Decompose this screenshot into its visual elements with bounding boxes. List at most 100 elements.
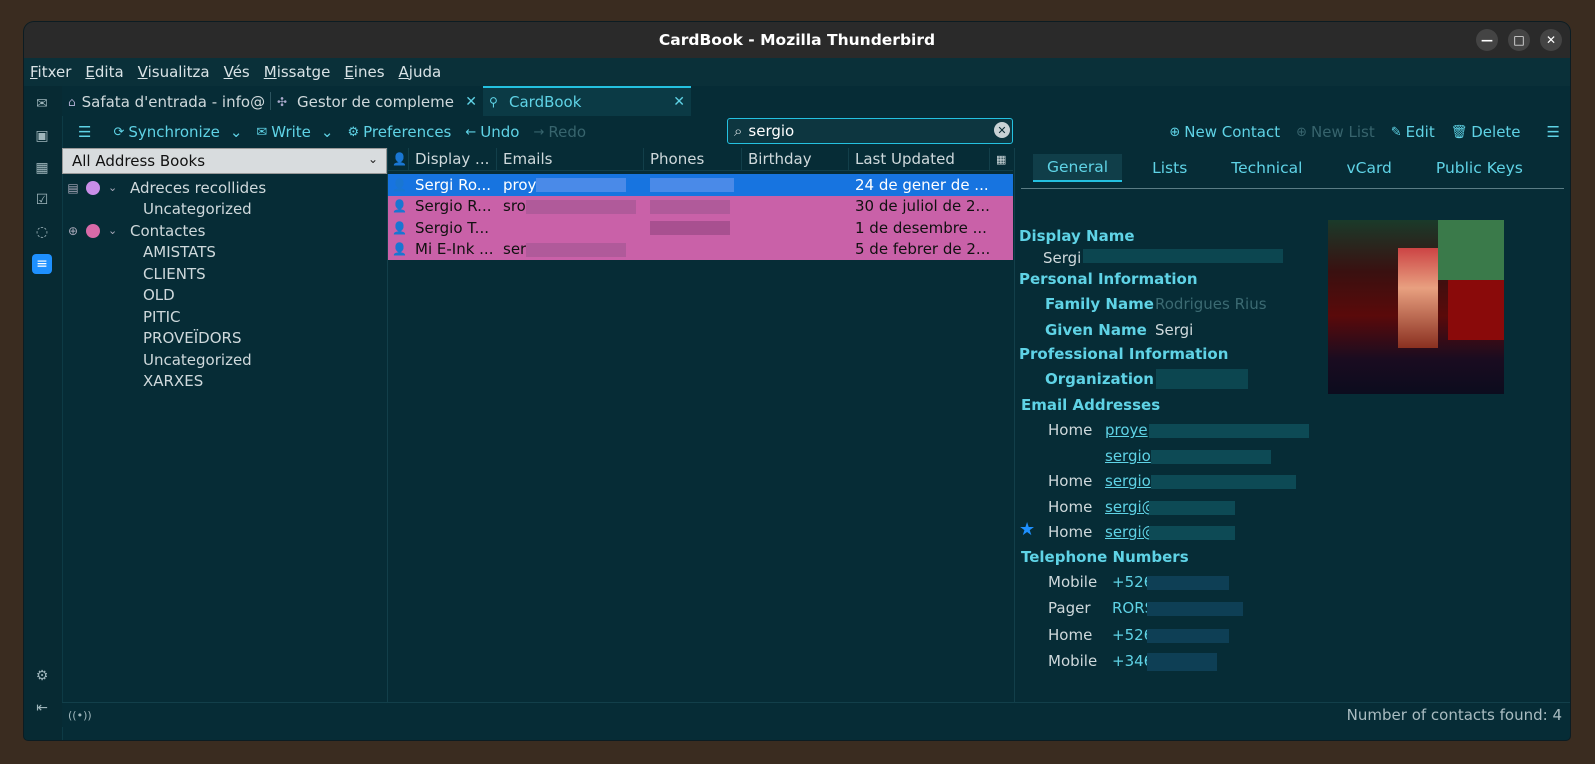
display-name-value[interactable]: Sergi [1043, 249, 1081, 267]
chevron-down-icon[interactable]: ⌄ [321, 123, 334, 141]
table-row[interactable]: 👤 Mi E-Ink ... ser 5 de febrer de 2... [388, 238, 1013, 260]
table-row[interactable]: 👤 Sergio R... sro 30 de juliol de 2... [388, 195, 1013, 217]
email-link[interactable]: proye [1105, 421, 1148, 439]
tab-general[interactable]: General [1033, 154, 1123, 182]
menu-edita[interactable]: Edita [85, 63, 123, 81]
preferences-button[interactable]: ⚙ Preferences [347, 123, 451, 141]
minimize-button[interactable]: — [1476, 29, 1498, 51]
group-item[interactable]: AMISTATS [66, 242, 387, 264]
person-icon: 👤 [392, 220, 407, 235]
display-name-heading: Display Name [1019, 227, 1135, 245]
maximize-button[interactable]: □ [1508, 29, 1530, 51]
email-link[interactable]: sergio [1105, 472, 1151, 490]
table-row[interactable]: 👤 Sergio T... 1 de desembre ... [388, 217, 1013, 239]
settings-icon[interactable]: ⚙ [32, 666, 52, 686]
menu-icon[interactable]: ☰ [1547, 123, 1560, 141]
family-name-value[interactable]: Rodrigues Rius [1155, 295, 1267, 313]
redo-label: Redo [548, 123, 587, 141]
redacted-block [536, 178, 627, 193]
collapse-icon[interactable]: ⇤ [32, 698, 52, 718]
tab-public-keys[interactable]: Public Keys [1422, 155, 1537, 181]
column-birthday[interactable]: Birthday [742, 148, 849, 170]
menu-fitxer[interactable]: Fitxer [30, 63, 71, 81]
tab-cardbook[interactable]: ⚲ CardBook ✕ [483, 86, 691, 116]
group-item[interactable]: XARXES [66, 371, 387, 393]
redacted-block [650, 199, 730, 214]
edit-button[interactable]: ✎ Edit [1391, 123, 1435, 141]
search-input[interactable] [746, 121, 991, 141]
address-book-item[interactable]: ⊕ ⌄ Contactes [66, 220, 387, 242]
tasks-icon[interactable]: ☑ [32, 190, 52, 210]
calendar-icon[interactable]: ▦ [32, 158, 52, 178]
group-item[interactable]: Uncategorized [66, 349, 387, 371]
chat-icon[interactable]: ◌ [32, 222, 52, 242]
new-list-button[interactable]: ⊕ New List [1296, 123, 1375, 141]
redacted-block [525, 199, 636, 214]
given-name-value[interactable]: Sergi [1155, 321, 1193, 339]
person-column-icon[interactable]: 👤 [388, 148, 409, 170]
redacted-block [1156, 369, 1248, 389]
tab-inbox[interactable]: ⌂ Safata d'entrada - info@ [62, 88, 270, 116]
group-item[interactable]: OLD [66, 285, 387, 307]
arrow-right-icon: → [533, 124, 545, 140]
menu-missatge[interactable]: Missatge [264, 63, 331, 81]
tab-addons[interactable]: ✣ Gestor de compleme ✕ [271, 88, 483, 116]
star-icon[interactable]: ★ [1019, 519, 1035, 540]
sync-icon: ⟳ [113, 124, 125, 140]
clear-search-icon[interactable]: ✕ [994, 122, 1010, 138]
menu-eines[interactable]: Eines [344, 63, 384, 81]
address-book-pane: All Address Books ⌄ ▤ ⌄ Adreces recollid… [62, 148, 388, 702]
menu-ajuda[interactable]: Ajuda [399, 63, 442, 81]
menu-ves[interactable]: Vés [224, 63, 250, 81]
column-emails[interactable]: Emails [497, 148, 644, 170]
column-phones[interactable]: Phones [644, 148, 742, 170]
tab-lists[interactable]: Lists [1138, 155, 1201, 181]
address-book-select[interactable]: All Address Books ⌄ [62, 148, 387, 174]
contact-updated-cell: 30 de juliol de 2... [855, 197, 990, 216]
undo-button[interactable]: ← Undo [465, 123, 519, 141]
contacts-icon: ⚲ [489, 95, 498, 109]
address-book-item[interactable]: ▤ ⌄ Adreces recollides [66, 177, 387, 199]
chevron-down-icon[interactable]: ⌄ [108, 224, 124, 237]
online-status-icon[interactable]: ((•)) [68, 709, 92, 722]
mail-icon[interactable]: ✉ [32, 94, 52, 114]
table-row[interactable]: 👤 Sergi Ro... proy 24 de gener de ... [388, 174, 1013, 196]
close-tab-icon[interactable]: ✕ [667, 94, 685, 110]
group-item[interactable]: PROVEÏDORS [66, 328, 387, 350]
contact-email-cell: proy [497, 176, 644, 194]
hamburger-icon[interactable]: ☰ [78, 123, 91, 141]
group-item[interactable]: CLIENTS [66, 263, 387, 285]
add-contact-icon: ⊕ [1169, 124, 1181, 140]
group-item[interactable]: PITIC [66, 306, 387, 328]
contacts-list-pane: 👤 Display ... Emails Phones Birthday Las… [388, 148, 1013, 702]
group-item[interactable]: Uncategorized [66, 199, 387, 221]
close-window-button[interactable]: ✕ [1540, 29, 1562, 51]
search-icon: ⌕ [734, 122, 743, 140]
new-contact-button[interactable]: ⊕ New Contact [1169, 123, 1280, 141]
synchronize-button[interactable]: ⟳ Synchronize ⌄ [113, 123, 242, 141]
inbox-icon: ⌂ [68, 95, 76, 109]
column-last-updated[interactable]: Last Updated [849, 148, 990, 170]
email-link[interactable]: sergio [1105, 447, 1151, 465]
menu-visualitza[interactable]: Visualitza [138, 63, 210, 81]
close-tab-icon[interactable]: ✕ [459, 94, 477, 110]
synchronize-label: Synchronize [128, 123, 220, 141]
tab-technical[interactable]: Technical [1217, 155, 1316, 181]
tab-vcard[interactable]: vCard [1332, 155, 1405, 181]
address-book-icon[interactable]: ▣ [32, 126, 52, 146]
redo-button[interactable]: → Redo [533, 123, 586, 141]
write-button[interactable]: ✉ Write ⌄ [256, 123, 333, 141]
column-display-name[interactable]: Display ... [409, 148, 497, 170]
cardbook-icon[interactable]: ≡ [32, 254, 52, 274]
chevron-down-icon: ⌄ [367, 152, 378, 166]
column-picker-icon[interactable]: ▦ [990, 148, 1013, 170]
chevron-down-icon[interactable]: ⌄ [108, 181, 124, 194]
email-type: Home [1048, 523, 1093, 541]
chevron-down-icon[interactable]: ⌄ [230, 123, 243, 141]
family-name-label: Family Name [1045, 295, 1154, 313]
person-icon: 👤 [392, 199, 407, 214]
email-type: Home [1048, 421, 1093, 439]
search-box[interactable]: ⌕ ✕ [727, 118, 1013, 144]
undo-label: Undo [480, 123, 520, 141]
delete-button[interactable]: 🗑 Delete [1451, 123, 1521, 141]
